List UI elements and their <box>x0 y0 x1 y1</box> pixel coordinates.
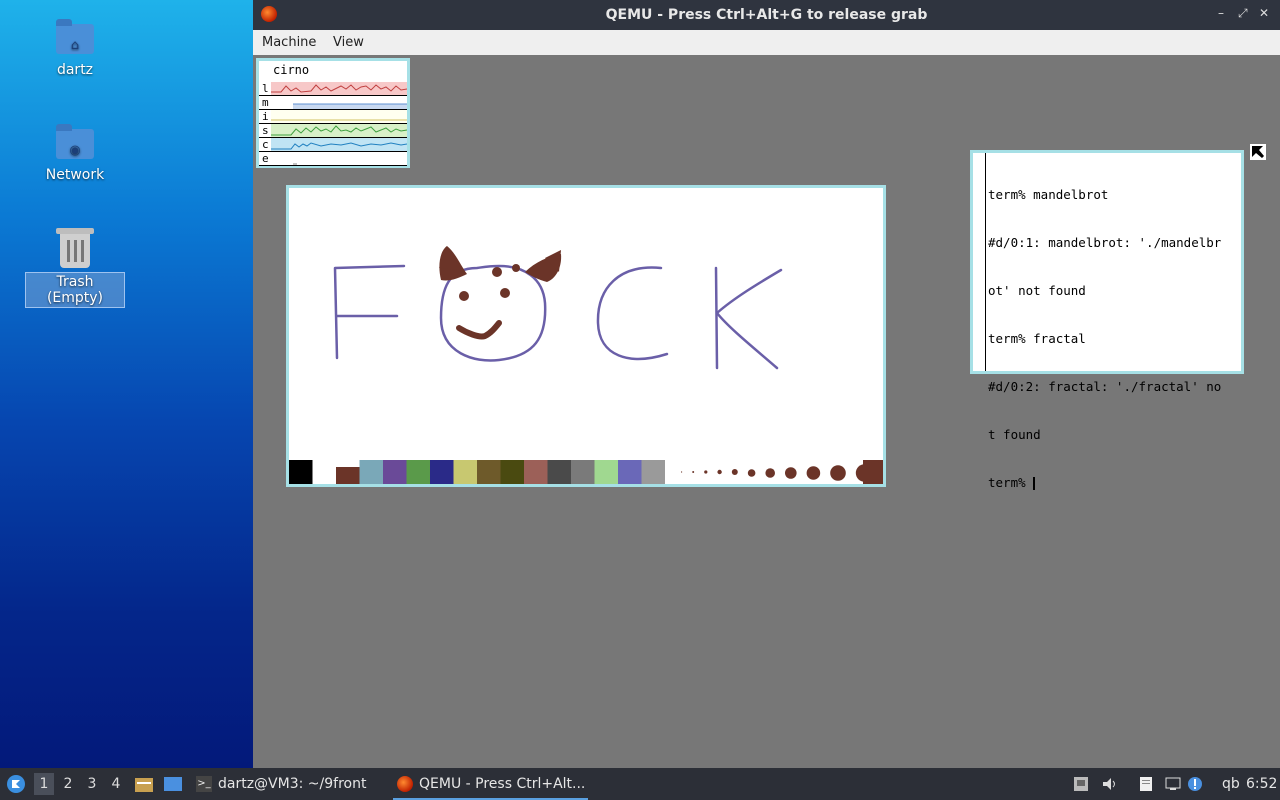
context-graph <box>271 138 407 151</box>
stats-hostname: cirno <box>273 63 310 77</box>
paint-window[interactable] <box>286 185 886 487</box>
terminal-window[interactable]: term% mandelbrot #d/0:1: mandelbrot: './… <box>970 150 1244 490</box>
current-brush-swatch[interactable] <box>863 460 883 484</box>
palette-color-swatch[interactable] <box>618 460 642 484</box>
stats-row-ether: e <box>259 152 407 166</box>
palette-color-swatch[interactable] <box>406 460 431 484</box>
brush-size-option[interactable] <box>830 465 846 481</box>
brush-size-option[interactable] <box>785 467 797 479</box>
terminal-line: #d/0:2: fractal: './fractal' no <box>988 379 1222 394</box>
brush-size-option[interactable] <box>692 471 695 473</box>
text-cursor <box>1033 477 1036 490</box>
workspace-2[interactable]: 2 <box>58 773 78 795</box>
workspace-3[interactable]: 3 <box>82 773 102 795</box>
stats-row-interrupts: i <box>259 110 407 124</box>
network-folder-icon: ◉ <box>56 124 94 159</box>
ether-graph <box>271 152 407 165</box>
palette-color-swatch[interactable] <box>571 460 595 484</box>
palette-color-swatch[interactable] <box>312 460 337 484</box>
paint-canvas[interactable] <box>289 188 883 460</box>
mouse-cursor-icon <box>1250 144 1266 160</box>
stats-row-syscalls: s <box>259 124 407 138</box>
stats-window[interactable]: cirno l m i s c e <box>256 58 410 168</box>
palette-color-swatch[interactable] <box>336 467 360 484</box>
terminal-icon: >_ <box>196 776 212 792</box>
tray-label[interactable]: qb <box>1222 776 1240 792</box>
desktop-icon-label: Trash (Empty) <box>25 272 125 308</box>
interrupts-graph <box>271 110 407 123</box>
maximize-button[interactable]: ⤢ <box>1238 6 1248 21</box>
minimize-button[interactable]: – <box>1218 6 1224 20</box>
task-label: dartz@VM3: ~/9front <box>218 776 367 792</box>
terminal-line: term% mandelbrot <box>988 187 1109 202</box>
palette-color-swatch[interactable] <box>383 460 407 484</box>
brush-size-option[interactable] <box>704 470 708 474</box>
qemu-menubar: Machine View <box>253 30 1280 56</box>
brush-size-option[interactable] <box>681 471 683 473</box>
stats-row-context: c <box>259 138 407 152</box>
notification-icon[interactable] <box>1187 776 1203 792</box>
brush-size-option[interactable] <box>765 468 775 478</box>
brush-size-option[interactable] <box>806 466 821 480</box>
qemu-icon <box>397 776 413 792</box>
paint-palette[interactable] <box>289 460 883 484</box>
trash-icon <box>54 226 96 268</box>
memory-graph <box>271 96 407 109</box>
terminal-line: ot' not found <box>988 283 1086 298</box>
stats-row-memory: m <box>259 96 407 110</box>
keyboard-layout-icon[interactable] <box>1073 776 1089 792</box>
palette-color-swatch[interactable] <box>547 460 572 484</box>
network-status-icon[interactable] <box>1165 776 1181 792</box>
terminal-output[interactable]: term% mandelbrot #d/0:1: mandelbrot: './… <box>988 155 1239 523</box>
palette-color-swatch[interactable] <box>594 460 619 484</box>
terminal-scrollbar[interactable] <box>973 153 986 371</box>
qemu-titlebar[interactable]: QEMU - Press Ctrl+Alt+G to release grab … <box>253 0 1280 30</box>
clock[interactable]: 6:52 <box>1246 776 1277 792</box>
palette-color-swatch[interactable] <box>430 460 454 484</box>
desktop-icon-home[interactable]: ⌂ dartz <box>25 16 125 78</box>
qemu-window[interactable]: QEMU - Press Ctrl+Alt+G to release grab … <box>253 0 1280 768</box>
desktop-icon-label: Network <box>45 167 105 183</box>
home-folder-icon: ⌂ <box>56 19 94 54</box>
volume-icon[interactable] <box>1101 776 1117 792</box>
syscalls-graph <box>271 124 407 137</box>
workspace-1[interactable]: 1 <box>34 773 54 795</box>
palette-color-swatch[interactable] <box>477 460 501 484</box>
clipboard-icon[interactable] <box>1138 776 1154 792</box>
task-terminal[interactable]: >_ dartz@VM3: ~/9front <box>196 768 386 800</box>
desktop-icon-network[interactable]: ◉ Network <box>25 121 125 183</box>
stats-row-load: l <box>259 82 407 96</box>
taskbar: 1 2 3 4 >_ dartz@VM3: ~/9front QEMU - Pre… <box>0 768 1280 800</box>
guest-screen[interactable]: cirno l m i s c e term% mandelbrot #d/0:… <box>253 55 1280 768</box>
menu-machine[interactable]: Machine <box>262 35 316 50</box>
load-graph <box>271 82 407 95</box>
terminal-line: term% fractal <box>988 331 1086 346</box>
palette-color-swatch[interactable] <box>524 460 548 484</box>
close-button[interactable]: ✕ <box>1259 6 1269 20</box>
brush-size-option[interactable] <box>747 469 756 477</box>
brush-size-option[interactable] <box>717 469 722 475</box>
show-desktop-icon[interactable] <box>163 774 183 794</box>
task-qemu[interactable]: QEMU - Press Ctrl+Alt... <box>393 768 588 800</box>
brush-size-option[interactable] <box>731 469 738 475</box>
file-manager-icon[interactable] <box>134 774 154 794</box>
palette-color-swatch[interactable] <box>500 460 525 484</box>
terminal-line: #d/0:1: mandelbrot: './mandelbr <box>988 235 1222 250</box>
terminal-prompt: term% <box>988 475 1034 490</box>
start-menu-icon[interactable] <box>6 774 26 794</box>
window-title: QEMU - Press Ctrl+Alt+G to release grab <box>605 7 928 23</box>
palette-color-swatch[interactable] <box>641 460 666 484</box>
desktop-icon-trash[interactable]: Trash (Empty) <box>25 226 125 308</box>
workspace-4[interactable]: 4 <box>106 773 126 795</box>
task-label: QEMU - Press Ctrl+Alt... <box>419 776 586 792</box>
palette-color-swatch[interactable] <box>453 460 478 484</box>
menu-view[interactable]: View <box>333 35 364 50</box>
desktop-icon-label: dartz <box>56 62 94 78</box>
palette-color-swatch[interactable] <box>289 460 313 484</box>
palette-color-swatch[interactable] <box>359 460 384 484</box>
terminal-line: t found <box>988 427 1041 442</box>
